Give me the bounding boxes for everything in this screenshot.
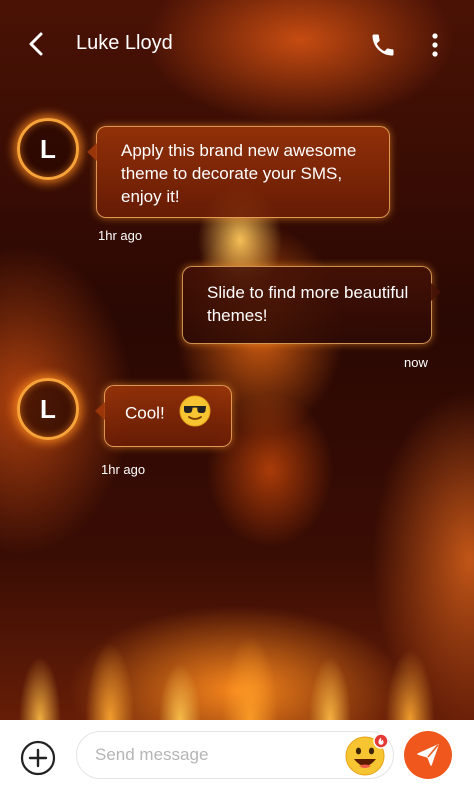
message-timestamp: now: [404, 355, 428, 370]
more-vertical-icon: [432, 33, 438, 57]
message-timestamp: 1hr ago: [101, 462, 146, 477]
chat-screen: Luke Lloyd L Apply this brand new awesom…: [0, 0, 474, 796]
message-bubble-incoming[interactable]: Apply this brand new awesome theme to de…: [87, 126, 390, 218]
chat-header: Luke Lloyd: [0, 0, 474, 90]
chevron-left-icon: [29, 32, 43, 56]
call-button[interactable]: [369, 31, 397, 59]
smile-emoji-icon: [345, 733, 389, 776]
more-options-button[interactable]: [424, 31, 446, 59]
message-timestamp: 1hr ago: [98, 228, 143, 243]
sunglasses-emoji-icon: [179, 395, 211, 427]
bubble-tail: [87, 143, 97, 161]
contact-name: Luke Lloyd: [76, 32, 173, 54]
message-bubble-incoming[interactable]: Cool!: [95, 385, 232, 447]
add-attachment-button[interactable]: [20, 740, 56, 776]
plus-circle-icon: [20, 740, 56, 776]
contact-avatar[interactable]: L: [17, 378, 79, 440]
bubble-tail: [95, 402, 105, 420]
bubble-tail: [431, 283, 441, 301]
message-bubble-outgoing[interactable]: Slide to find more beautiful themes!: [182, 266, 441, 344]
send-icon: [417, 744, 439, 766]
emoji-button[interactable]: [344, 733, 389, 777]
phone-icon: [372, 34, 394, 56]
contact-avatar[interactable]: L: [17, 118, 79, 180]
message-text: Cool!: [125, 403, 165, 423]
send-button[interactable]: [404, 731, 452, 779]
flame-background: [0, 550, 474, 720]
back-button[interactable]: [26, 30, 48, 58]
message-text: Apply this brand new awesome theme to de…: [121, 141, 357, 206]
message-text: Slide to find more beautiful themes!: [207, 283, 409, 325]
